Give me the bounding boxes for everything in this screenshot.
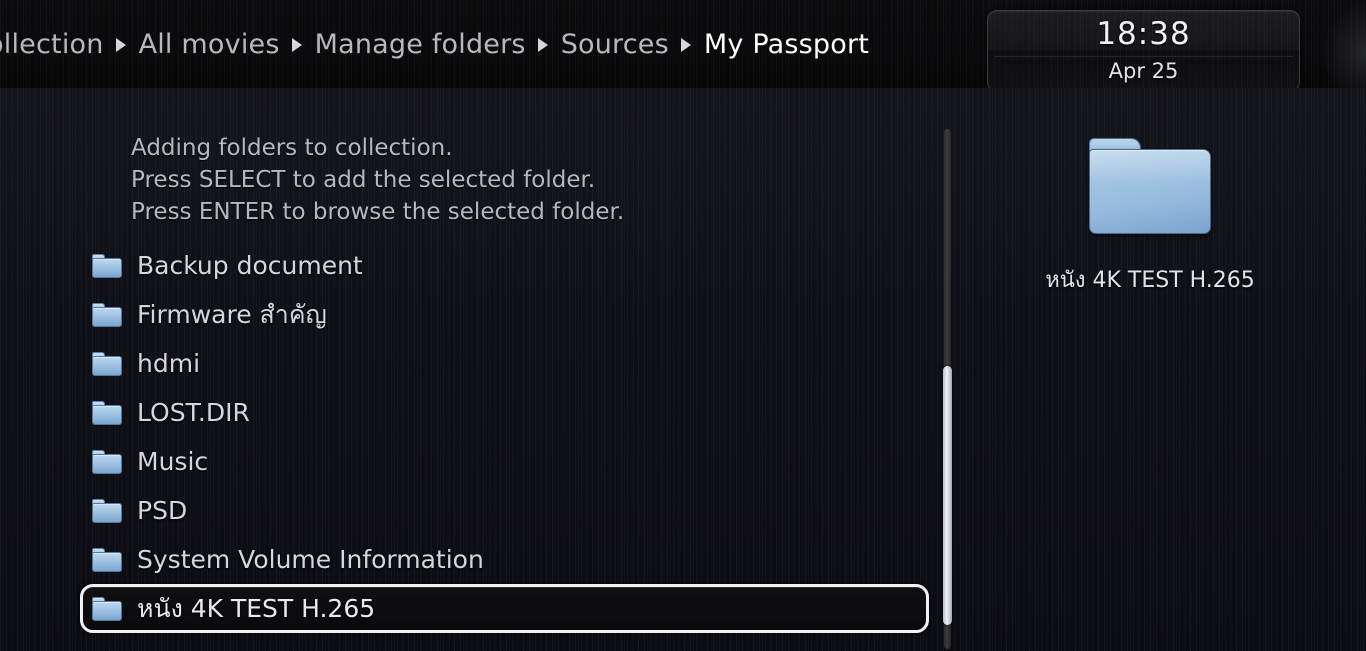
folder-row[interactable]: Backup document [80, 241, 935, 290]
scrollbar-thumb[interactable] [943, 366, 952, 626]
folder-body [92, 551, 122, 572]
instructions-block: Adding folders to collection. Press SELEC… [131, 132, 831, 228]
clock-widget: 18:38 Apr 25 [987, 10, 1300, 88]
folder-row[interactable]: Music [80, 437, 935, 486]
chevron-right-icon [291, 38, 302, 52]
folder-icon-large [1089, 138, 1211, 234]
chevron-right-icon [537, 38, 548, 52]
folder-preview-panel: หนัง 4K TEST H.265 [985, 138, 1315, 438]
folder-body [92, 502, 122, 523]
folder-icon [92, 253, 122, 278]
instruction-line-2: Press SELECT to add the selected folder. [131, 167, 596, 193]
clock-time: 18:38 [1096, 16, 1191, 52]
chevron-right-icon [680, 38, 691, 52]
folder-icon [92, 596, 122, 621]
folder-row-label: หนัง 4K TEST H.265 [137, 593, 376, 623]
breadcrumb-item-1[interactable]: Collection [0, 29, 104, 60]
folder-body [92, 600, 122, 621]
breadcrumb-item-2[interactable]: All movies [139, 29, 280, 60]
folder-body [1089, 149, 1211, 234]
folder-row[interactable]: LOST.DIR [80, 388, 935, 437]
folder-row-label: Firmware สำคัญ [137, 299, 327, 329]
folder-row[interactable]: hdmi [80, 339, 935, 388]
folder-icon [92, 547, 122, 572]
folder-row-label: Music [137, 447, 209, 476]
folder-row-label: PSD [137, 496, 188, 525]
folder-row[interactable]: Firmware สำคัญ [80, 290, 935, 339]
right-edge-vignette [1322, 0, 1366, 88]
folder-body [92, 453, 122, 474]
breadcrumb-item-3[interactable]: Manage folders [315, 29, 526, 60]
folder-list[interactable]: Backup document Firmware สำคัญ hdmi LOST.DI… [80, 241, 935, 633]
folder-row[interactable]: PSD [80, 486, 935, 535]
folder-icon [92, 498, 122, 523]
chevron-right-icon [115, 38, 126, 52]
folder-icon [92, 449, 122, 474]
folder-icon [92, 351, 122, 376]
clock-divider [994, 56, 1293, 57]
folder-row-selected[interactable]: หนัง 4K TEST H.265 [80, 584, 929, 633]
clock-date: Apr 25 [1108, 59, 1179, 83]
folder-row-label: hdmi [137, 349, 201, 378]
vertical-scrollbar[interactable] [943, 129, 952, 649]
folder-body [92, 355, 122, 376]
preview-label: หนัง 4K TEST H.265 [1045, 268, 1255, 293]
folder-row-label: LOST.DIR [137, 398, 250, 427]
breadcrumb-item-5[interactable]: My Passport [704, 29, 869, 60]
folder-body [92, 306, 122, 327]
instruction-line-3: Press ENTER to browse the selected folde… [131, 199, 625, 225]
folder-body [92, 257, 122, 278]
breadcrumb: Collection All movies Manage folders Source… [0, 22, 1000, 66]
breadcrumb-items: Collection All movies Manage folders Source… [0, 29, 869, 60]
breadcrumb-item-4[interactable]: Sources [561, 29, 669, 60]
folder-row-label: System Volume Information [137, 545, 484, 574]
folder-icon [92, 302, 122, 327]
folder-row-label: Backup document [137, 251, 363, 280]
folder-body [92, 404, 122, 425]
folder-row[interactable]: System Volume Information [80, 535, 935, 584]
header-bar: Collection All movies Manage folders Source… [0, 0, 1366, 88]
folder-icon [92, 400, 122, 425]
content-area: Adding folders to collection. Press SELEC… [0, 88, 1366, 651]
instruction-line-1: Adding folders to collection. [131, 135, 453, 161]
